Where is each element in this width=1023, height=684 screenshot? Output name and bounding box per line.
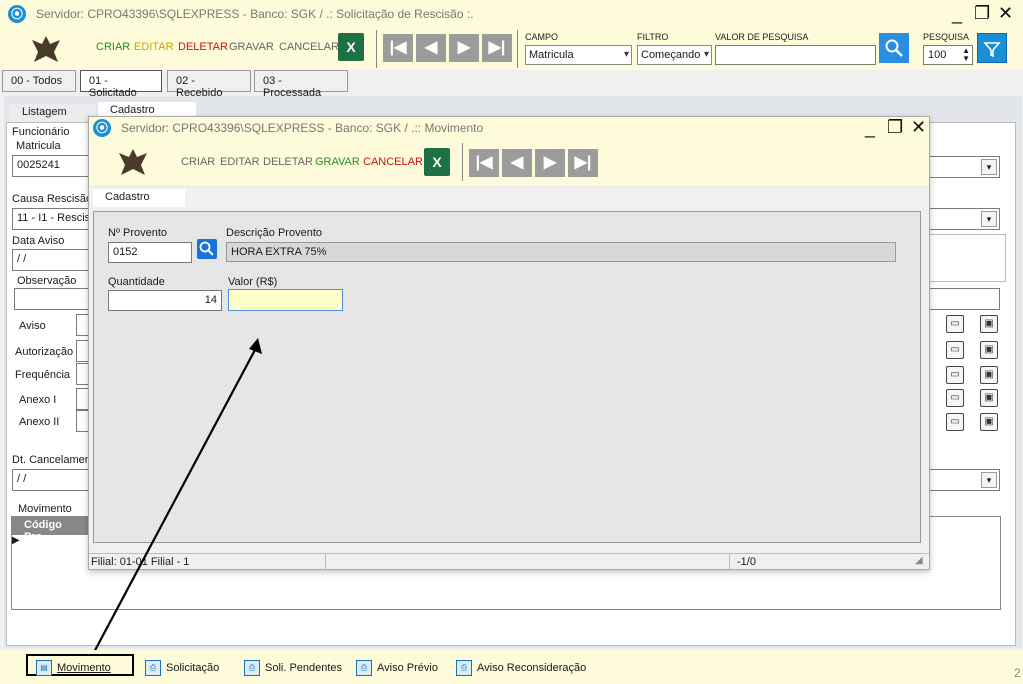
bottom-bar: ▤ Movimento ⎙ Solicitação ⎙ Soli. Penden…	[0, 650, 1023, 684]
printer-icon: ⎙	[244, 660, 260, 676]
bottom-soli-pendentes-button[interactable]: Soli. Pendentes	[265, 662, 342, 674]
bottom-aviso-reconsideracao-button[interactable]: Aviso Reconsideração	[477, 662, 586, 674]
bottom-movimento-button[interactable]: Movimento	[57, 662, 111, 674]
printer-icon: ⎙	[356, 660, 372, 676]
bottom-solicitacao-button[interactable]: Solicitação	[166, 662, 219, 674]
printer-icon: ⎙	[145, 660, 161, 676]
annotation-arrow	[91, 338, 262, 657]
document-icon: ▤	[36, 660, 52, 676]
corner-number: 2	[1014, 666, 1021, 680]
bottom-aviso-previo-button[interactable]: Aviso Prévio	[377, 662, 438, 674]
printer-icon: ⎙	[456, 660, 472, 676]
